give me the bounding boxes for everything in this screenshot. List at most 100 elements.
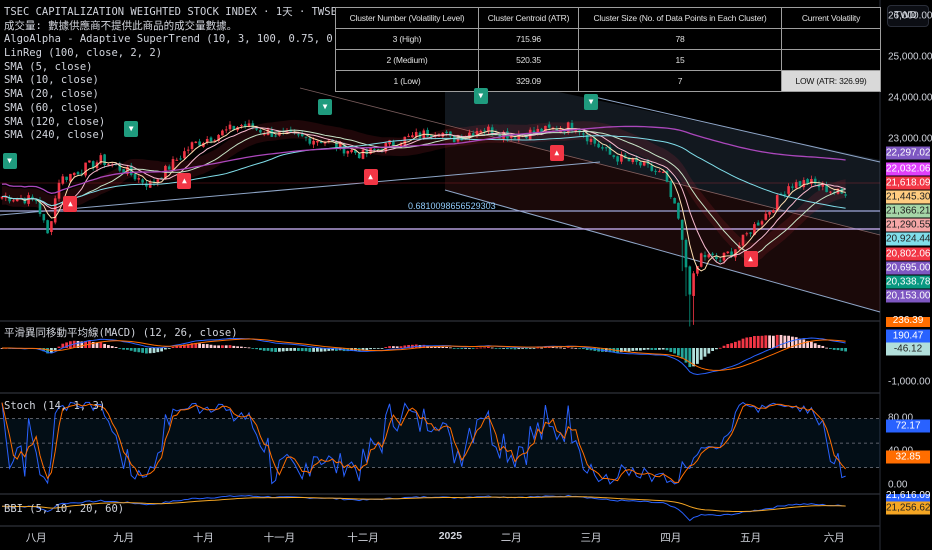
macd-histogram-bar	[840, 348, 844, 351]
stoch-k-tag: 72.17	[886, 419, 930, 433]
stoch-pane-label[interactable]: Stoch (14, 1, 3)	[4, 400, 105, 412]
indicator-sma-120[interactable]: SMA (120, close)	[4, 116, 440, 130]
macd-line	[1, 337, 846, 376]
macd-histogram-bar	[145, 348, 148, 354]
macd-histogram-bar	[506, 348, 509, 350]
macd-histogram-bar	[673, 348, 676, 354]
macd-histogram-bar	[278, 348, 281, 352]
candle-body	[65, 176, 68, 181]
table-cell: 329.09	[478, 70, 579, 92]
bullish-signal-icon: ▲	[177, 173, 192, 190]
table-header: Cluster Centroid (ATR)	[478, 7, 579, 29]
macd-histogram-bar	[270, 348, 274, 352]
macd-histogram-bar	[487, 346, 490, 348]
macd-histogram-bar	[570, 347, 574, 349]
macd-histogram-bar	[661, 348, 665, 350]
macd-histogram-bar	[483, 347, 486, 349]
macd-histogram-bar	[521, 348, 524, 349]
price-tag: 20,802.06	[886, 247, 931, 261]
macd-histogram-bar	[243, 347, 247, 349]
macd-histogram-bar	[107, 345, 110, 348]
macd-histogram-bar	[456, 348, 460, 349]
macd-histogram-bar	[293, 348, 296, 351]
candle-body	[107, 164, 110, 166]
candle-body	[483, 130, 486, 132]
macd-histogram-bar	[209, 344, 213, 348]
macd-histogram-bar	[642, 348, 646, 350]
price-tag: 21,366.21	[886, 204, 931, 218]
candle-body	[654, 170, 657, 172]
macd-histogram-bar	[502, 348, 505, 349]
price-tag: 20,924.44	[886, 232, 931, 246]
candle-body	[658, 171, 661, 173]
price-tag: 20,695.00	[886, 261, 931, 275]
macd-histogram-bar	[53, 348, 57, 351]
macd-histogram-bar	[167, 348, 171, 349]
macd-histogram-bar	[392, 346, 395, 348]
macd-histogram-bar	[380, 348, 384, 349]
table-header-row: Cluster Number (Volatility Level) Cluste…	[335, 7, 881, 29]
macd-histogram-bar	[635, 348, 638, 351]
candle-body	[726, 251, 730, 254]
candle-body	[61, 176, 65, 184]
macd-histogram-bar	[844, 348, 847, 352]
indicator-sma-240[interactable]: SMA (240, close)	[4, 129, 440, 143]
macd-histogram-bar	[658, 348, 661, 350]
macd-histogram-bar	[677, 348, 680, 356]
candle-body	[756, 222, 760, 226]
macd-histogram-bar	[297, 348, 300, 351]
macd-histogram-bar	[825, 347, 828, 349]
bbi-pane-label[interactable]: BBI (5, 10, 20, 60)	[4, 503, 124, 515]
time-axis-label: 2025	[438, 530, 463, 542]
indicator-sma-60[interactable]: SMA (60, close)	[4, 102, 440, 116]
macd-histogram-bar	[460, 348, 464, 349]
macd-histogram-bar	[452, 348, 456, 349]
macd-histogram-bar	[654, 348, 657, 350]
price-tag: 22,297.02	[886, 146, 931, 160]
candle-body	[50, 221, 53, 232]
bearish-signal-icon: ▼	[2, 152, 17, 169]
macd-histogram-bar	[688, 348, 692, 368]
macd-histogram-bar	[639, 348, 642, 351]
bullish-signal-icon: ▲	[63, 196, 78, 213]
bearish-signal-icon: ▼	[318, 98, 332, 115]
macd-histogram-bar	[319, 348, 323, 352]
macd-histogram-bar	[631, 348, 635, 351]
macd-histogram-bar	[133, 348, 137, 352]
candle-body	[141, 179, 144, 183]
candle-body	[167, 166, 171, 170]
volatility-cluster-table: Cluster Number (Volatility Level) Cluste…	[335, 7, 881, 92]
macd-histogram-bar	[665, 348, 669, 351]
macd-histogram-bar	[832, 348, 836, 350]
candle-body	[688, 266, 692, 295]
time-axis-label: 九月	[113, 532, 135, 544]
candle-body	[479, 130, 483, 133]
macd-pane-label[interactable]: 平滑異同移動平均線(MACD) (12, 26, close)	[4, 325, 238, 340]
macd-histogram-bar	[836, 348, 840, 351]
bullish-signal-icon: ▲	[363, 168, 378, 185]
candle-body	[661, 171, 665, 173]
candle-body	[582, 133, 585, 135]
macd-histogram-bar	[274, 348, 277, 353]
candle-body	[669, 181, 673, 198]
macd-histogram-bar	[251, 348, 255, 349]
macd-histogram-bar	[228, 345, 232, 348]
macd-axis-label: -1,000.00	[888, 376, 931, 388]
macd-histogram-bar	[114, 346, 118, 348]
macd-histogram-bar	[737, 340, 741, 348]
macd-histogram-bar	[722, 345, 726, 348]
candle-body	[680, 219, 684, 240]
macd-histogram-bar	[760, 335, 764, 348]
table-cell: 3 (High)	[335, 28, 479, 50]
macd-histogram-bar	[772, 335, 775, 348]
price-tag: 20,153.00	[886, 289, 931, 303]
macd-histogram-bar	[247, 347, 251, 349]
candle-body	[76, 172, 80, 175]
candle-body	[88, 160, 91, 163]
table-header: Cluster Number (Volatility Level)	[335, 7, 479, 29]
macd-histogram-bar	[148, 348, 152, 354]
candle-body	[133, 173, 137, 180]
candle-body	[775, 195, 779, 211]
candle-body	[711, 253, 714, 255]
macd-histogram-bar	[232, 345, 236, 348]
